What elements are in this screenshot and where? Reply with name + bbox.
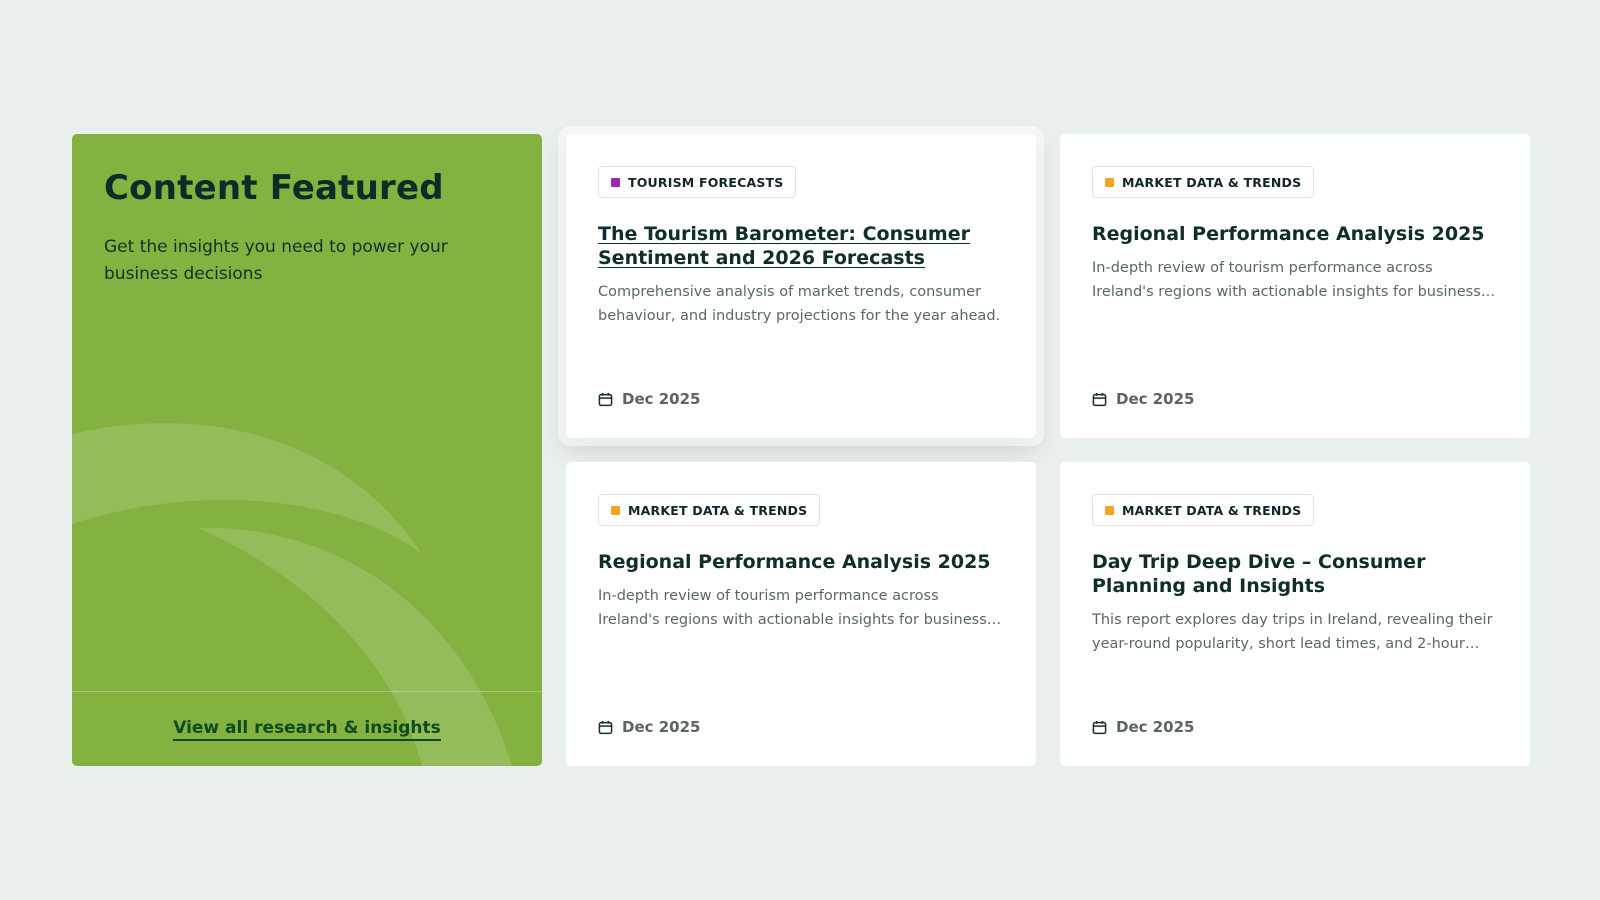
category-tag: MARKET DATA & TRENDS [598, 494, 821, 526]
article-card[interactable]: MARKET DATA & TRENDS Regional Performanc… [1060, 134, 1530, 438]
article-date-text: Dec 2025 [1116, 390, 1195, 408]
article-card[interactable]: TOURISM FORECASTS The Tourism Barometer:… [566, 134, 1036, 438]
article-description: Comprehensive analysis of market trends,… [598, 284, 1001, 324]
article-card[interactable]: MARKET DATA & TRENDS Regional Performanc… [566, 462, 1036, 766]
section-title: Content Featured [104, 168, 444, 208]
category-tag-label: MARKET DATA & TRENDS [1122, 502, 1302, 518]
category-tag: MARKET DATA & TRENDS [1092, 166, 1315, 198]
article-title[interactable]: Regional Performance Analysis 2025 [1092, 222, 1498, 246]
category-tag-label: TOURISM FORECASTS [628, 174, 784, 190]
article-date-text: Dec 2025 [622, 390, 701, 408]
category-tag-label: MARKET DATA & TRENDS [628, 502, 808, 518]
article-title[interactable]: The Tourism Barometer: Consumer Sentimen… [598, 222, 1004, 270]
article-description: In-depth review of tourism performance a… [598, 588, 987, 628]
category-color-swatch [611, 177, 620, 187]
article-title[interactable]: Day Trip Deep Dive – Consumer Planning a… [1092, 550, 1498, 598]
category-tag: MARKET DATA & TRENDS [1092, 494, 1315, 526]
category-color-swatch [1105, 177, 1114, 187]
content-featured-section: Content Featured Get the insights you ne… [72, 134, 1530, 766]
section-subtitle: Get the insights you need to power your … [104, 237, 448, 284]
article-date: Dec 2025 [1092, 718, 1195, 736]
category-color-swatch [611, 505, 620, 515]
article-date-text: Dec 2025 [622, 718, 701, 736]
calendar-icon [598, 720, 613, 734]
article-description: This report explores day trips in Irelan… [1092, 612, 1493, 652]
decorative-swoosh-graphic [72, 423, 512, 766]
divider [72, 691, 542, 692]
article-description: In-depth review of tourism performance a… [1092, 260, 1481, 300]
calendar-icon [1092, 392, 1107, 406]
category-tag-label: MARKET DATA & TRENDS [1122, 174, 1302, 190]
article-date-text: Dec 2025 [1116, 718, 1195, 736]
featured-panel: Content Featured Get the insights you ne… [72, 134, 542, 766]
article-date: Dec 2025 [598, 718, 701, 736]
category-color-swatch [1105, 505, 1114, 515]
article-date: Dec 2025 [1092, 390, 1195, 408]
category-tag: TOURISM FORECASTS [598, 166, 797, 198]
article-card[interactable]: MARKET DATA & TRENDS Day Trip Deep Dive … [1060, 462, 1530, 766]
article-title[interactable]: Regional Performance Analysis 2025 [598, 550, 1004, 574]
article-date: Dec 2025 [598, 390, 701, 408]
calendar-icon [1092, 720, 1107, 734]
calendar-icon [598, 392, 613, 406]
view-all-research-link[interactable]: View all research & insights [173, 718, 441, 741]
